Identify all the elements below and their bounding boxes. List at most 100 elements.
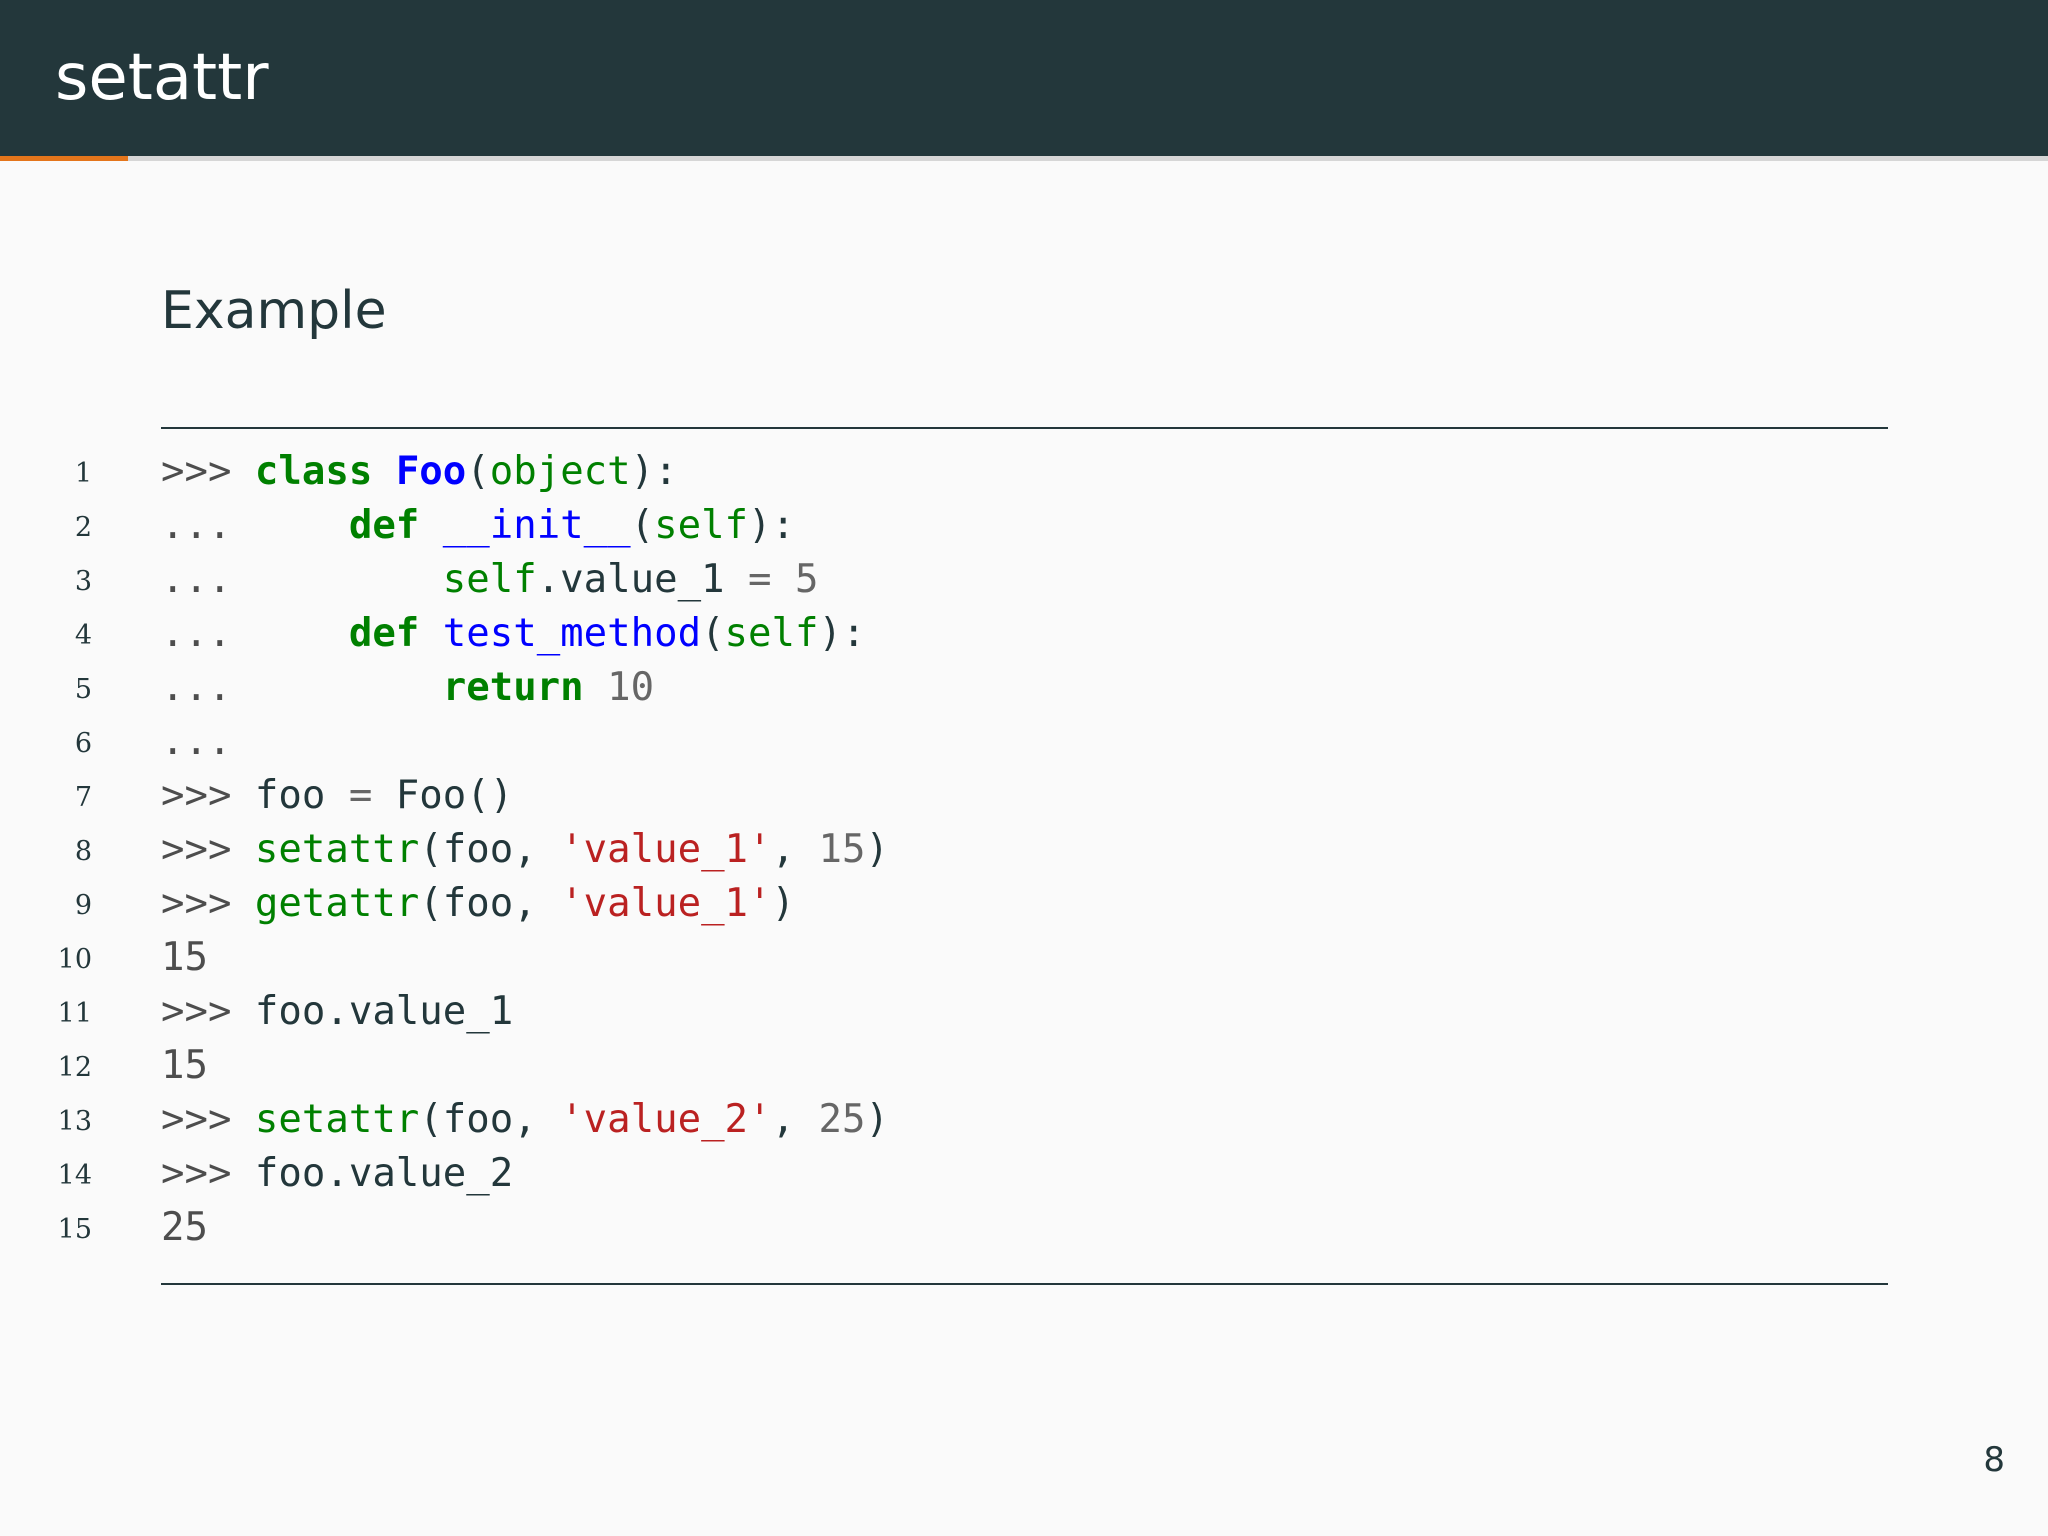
slide-header: setattr: [0, 0, 2048, 156]
code-token: ...: [161, 557, 443, 602]
line-number: 9: [74, 890, 92, 921]
code-line: 5... return 10: [0, 661, 2048, 715]
code-token: class: [254, 449, 373, 494]
code-token: 25: [818, 1097, 866, 1142]
code-token: Foo: [395, 449, 467, 494]
code-line: 14 >>> foo.value_2: [0, 1147, 2048, 1201]
code-token: foo.value_2: [254, 1151, 514, 1196]
line-number: 5: [74, 674, 92, 705]
line-number: 11: [57, 998, 92, 1029]
block-title: Example: [161, 281, 387, 341]
code-token: 15: [161, 935, 208, 980]
code-token: ):: [748, 503, 795, 548]
code-line: 4 ... def test_method(self):: [0, 607, 2048, 661]
code-token: >>>: [161, 827, 255, 872]
code-text: 15: [161, 931, 208, 985]
code-token: (foo,: [419, 1097, 561, 1142]
code-token: foo.value_1: [254, 989, 514, 1034]
page-number: 8: [1983, 1440, 2005, 1480]
line-number: 3: [74, 566, 92, 597]
code-token: >>>: [161, 989, 255, 1034]
code-token: 5: [794, 557, 819, 602]
code-line: 10 15: [0, 931, 2048, 985]
code-token: setattr: [254, 1097, 420, 1142]
code-token: return: [442, 665, 584, 710]
code-text: 15: [161, 1039, 208, 1093]
code-token: foo: [254, 773, 349, 818]
progress-bar-fill: [0, 156, 128, 161]
line-number: 14: [57, 1160, 92, 1191]
code-text: ... def test_method(self):: [161, 607, 865, 661]
code-token: 'value_1': [560, 827, 772, 872]
code-token: 'value_1': [560, 881, 772, 926]
code-text: >>> class Foo(object):: [161, 445, 678, 499]
line-number: 6: [74, 728, 92, 759]
code-token: ...: [161, 611, 349, 656]
slide-title: setattr: [55, 41, 269, 115]
code-token: (foo,: [419, 881, 561, 926]
code-text: ... return 10: [161, 661, 654, 715]
code-line: 6...: [0, 715, 2048, 769]
code-line: 11 >>> foo.value_1: [0, 985, 2048, 1039]
line-number: 12: [57, 1052, 92, 1083]
code-token: 'value_2': [560, 1097, 772, 1142]
code-bottom-rule: [161, 1283, 1888, 1285]
code-token: >>>: [161, 881, 255, 926]
code-line: 15 25: [0, 1201, 2048, 1255]
code-token: >>>: [161, 1151, 255, 1196]
code-token: .value_1: [536, 557, 749, 602]
code-token: >>>: [161, 1097, 255, 1142]
code-line: 1 >>> class Foo(object):: [0, 445, 2048, 499]
code-top-rule: [161, 427, 1888, 429]
line-number: 10: [57, 944, 92, 975]
line-number: 4: [74, 620, 92, 651]
code-token: def: [348, 611, 420, 656]
code-text: >>> foo.value_2: [161, 1147, 513, 1201]
code-text: >>> foo.value_1: [161, 985, 513, 1039]
code-token: self: [724, 611, 819, 656]
code-token: Foo(): [372, 773, 514, 818]
code-token: ...: [161, 665, 443, 710]
code-token: 10: [607, 665, 655, 710]
code-listing: 1 >>> class Foo(object): 2... def __init__…: [0, 445, 2048, 1255]
line-number: 2: [74, 512, 92, 543]
line-number: 8: [74, 836, 92, 867]
line-number: 1: [74, 458, 92, 489]
code-line: 7 >>> foo = Foo(): [0, 769, 2048, 823]
code-token: ,: [771, 827, 819, 872]
code-token: =: [748, 557, 772, 602]
code-token: (: [466, 449, 490, 494]
code-token: getattr: [254, 881, 420, 926]
code-line: 2 ... def __init__(self):: [0, 499, 2048, 553]
code-token: setattr: [254, 827, 420, 872]
line-number: 7: [74, 782, 92, 813]
line-number: 15: [57, 1214, 92, 1245]
code-token: self: [654, 503, 749, 548]
code-text: >>> setattr(foo, 'value_1', 15): [161, 823, 889, 877]
code-text: 25: [161, 1201, 208, 1255]
code-line: 13 >>> setattr(foo, 'value_2', 25): [0, 1093, 2048, 1147]
code-token: ): [865, 1097, 889, 1142]
code-token: ): [865, 827, 889, 872]
code-token: 15: [818, 827, 866, 872]
code-text: ...: [161, 715, 231, 769]
code-text: ... def __init__(self):: [161, 499, 795, 553]
code-text: >>> foo = Foo(): [161, 769, 513, 823]
code-token: ):: [630, 449, 678, 494]
code-token: >>>: [161, 773, 255, 818]
code-text: ... self.value_1 = 5: [161, 553, 818, 607]
code-token: __init__: [442, 503, 631, 548]
code-line: 9 >>> getattr(foo, 'value_1'): [0, 877, 2048, 931]
code-token: ...: [161, 719, 232, 764]
code-token: ): [771, 881, 795, 926]
code-token: 15: [161, 1043, 208, 1088]
code-token: (: [701, 611, 725, 656]
code-token: test_method: [442, 611, 702, 656]
code-token: object: [489, 449, 631, 494]
code-line: 8 >>> setattr(foo, 'value_1', 15): [0, 823, 2048, 877]
code-text: >>> setattr(foo, 'value_2', 25): [161, 1093, 889, 1147]
